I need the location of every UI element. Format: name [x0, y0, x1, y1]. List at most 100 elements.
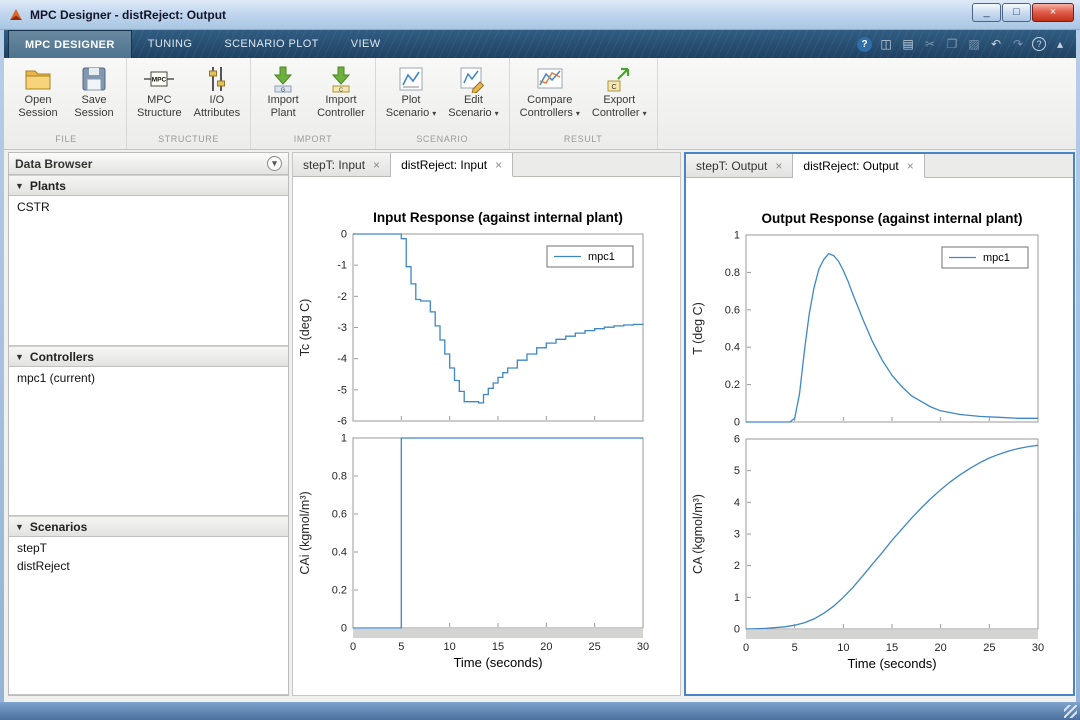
plants-section-header[interactable]: ▼ Plants — [9, 175, 288, 196]
svg-text:0: 0 — [743, 642, 749, 654]
data-browser-panel: Data Browser ▾ ▼ Plants CSTR ▼ Controlle… — [8, 152, 289, 696]
dropdown-arrow-icon: ▾ — [494, 108, 499, 118]
svg-text:0: 0 — [341, 623, 347, 635]
ribbon-tab-mpc-designer[interactable]: MPC DESIGNER — [8, 30, 132, 58]
ribbon-toolbar: Open Session Save Session FILE MPC MPC S… — [4, 58, 1076, 150]
app-body: MPC DESIGNER TUNING SCENARIO PLOT VIEW ?… — [4, 30, 1076, 702]
data-browser-title: Data Browser — [15, 156, 93, 171]
svg-text:0.6: 0.6 — [725, 304, 740, 316]
ribbon-group-import: G Import Plant C Import Controller IMPOR… — [251, 58, 376, 149]
svg-text:3: 3 — [734, 529, 740, 541]
export-controller-button[interactable]: C Export Controller ▾ — [587, 61, 652, 134]
panel-menu-icon[interactable]: ▾ — [267, 156, 282, 171]
controllers-section-header[interactable]: ▼ Controllers — [9, 346, 288, 367]
ribbon-section-label: STRUCTURE — [158, 134, 219, 144]
import-plant-button[interactable]: G Import Plant — [256, 61, 310, 134]
plot-scenario-button[interactable]: Plot Scenario ▾ — [381, 61, 441, 134]
svg-text:1: 1 — [734, 592, 740, 604]
output-response-chart: Output Response (against internal plant)… — [691, 211, 1044, 671]
close-icon[interactable]: × — [907, 159, 914, 173]
ribbon-section-label: RESULT — [563, 134, 603, 144]
svg-text:mpc1: mpc1 — [588, 251, 615, 263]
svg-text:5: 5 — [398, 641, 404, 653]
ribbon-section-label: FILE — [55, 134, 77, 144]
controllers-list: mpc1 (current) — [9, 367, 288, 516]
floppy-icon — [79, 63, 109, 93]
svg-text:MPC: MPC — [152, 77, 167, 84]
paste-icon[interactable]: ▨ — [966, 37, 982, 51]
plot-scenario-icon — [396, 63, 426, 93]
ribbon-tab-view[interactable]: VIEW — [335, 30, 397, 58]
tab-distReject-input[interactable]: distReject: Input × — [391, 153, 514, 177]
open-session-button[interactable]: Open Session — [11, 61, 65, 134]
svg-text:0: 0 — [341, 229, 347, 241]
svg-text:0.2: 0.2 — [725, 379, 740, 391]
list-item-stepT[interactable]: stepT — [9, 539, 288, 557]
help-badge-icon[interactable]: ? — [857, 36, 872, 52]
svg-text:1: 1 — [734, 230, 740, 242]
ribbon-group-file: Open Session Save Session FILE — [6, 58, 127, 149]
close-icon[interactable]: × — [373, 158, 380, 172]
help-icon[interactable]: ? — [1032, 37, 1046, 51]
import-controller-button[interactable]: C Import Controller — [312, 61, 370, 134]
quick-access-toolbar: ? ◫ ▤ ✂ ❐ ▨ ↶ ↷ ? ▴ — [857, 30, 1076, 58]
title-bar[interactable]: MPC Designer - distReject: Output _ □ × — [0, 0, 1080, 30]
main-content: Data Browser ▾ ▼ Plants CSTR ▼ Controlle… — [4, 150, 1076, 702]
close-icon[interactable]: × — [495, 158, 502, 172]
input-response-chart: Input Response (against internal plant) 0… — [298, 210, 649, 670]
dropdown-arrow-icon: ▾ — [432, 108, 437, 118]
scenarios-section-header[interactable]: ▼ Scenarios — [9, 516, 288, 537]
import-plant-icon: G — [268, 63, 298, 93]
svg-text:G: G — [281, 87, 285, 93]
io-attributes-button[interactable]: I/O Attributes — [189, 61, 245, 134]
folder-icon — [23, 63, 53, 93]
undo-icon[interactable]: ↶ — [988, 37, 1004, 51]
mpc-structure-button[interactable]: MPC MPC Structure — [132, 61, 187, 134]
svg-text:5: 5 — [792, 642, 798, 654]
svg-text:10: 10 — [444, 641, 456, 653]
list-item-cstr[interactable]: CSTR — [9, 198, 288, 216]
collapse-triangle-icon: ▼ — [15, 180, 24, 191]
svg-text:CAi (kgmol/m³): CAi (kgmol/m³) — [298, 491, 312, 574]
list-item-mpc1[interactable]: mpc1 (current) — [9, 369, 288, 387]
svg-text:-1: -1 — [337, 260, 347, 272]
input-response-figure: Input Response (against internal plant) 0… — [293, 177, 680, 695]
redo-icon[interactable]: ↷ — [1010, 37, 1026, 51]
resize-grip[interactable] — [1064, 705, 1077, 718]
svg-text:5: 5 — [734, 465, 740, 477]
ribbon-group-structure: MPC MPC Structure I/O Attributes STRUCTU… — [127, 58, 252, 149]
svg-text:0.8: 0.8 — [725, 267, 740, 279]
input-tab-bar: stepT: Input × distReject: Input × — [293, 153, 680, 177]
close-button[interactable]: × — [1032, 3, 1074, 22]
collapse-triangle-icon: ▼ — [15, 521, 24, 532]
svg-text:30: 30 — [637, 641, 649, 653]
svg-text:2: 2 — [734, 560, 740, 572]
svg-text:CA (kgmol/m³): CA (kgmol/m³) — [691, 494, 705, 574]
svg-text:T (deg C): T (deg C) — [691, 302, 705, 355]
ribbon-section-label: IMPORT — [293, 134, 333, 144]
ribbon-tab-tuning[interactable]: TUNING — [132, 30, 209, 58]
maximize-button[interactable]: □ — [1002, 3, 1031, 22]
minimize-button[interactable]: _ — [972, 3, 1001, 22]
svg-text:Output Response (against inter: Output Response (against internal plant) — [761, 211, 1022, 226]
output-response-figure: Output Response (against internal plant)… — [686, 178, 1073, 694]
tab-stepT-output[interactable]: stepT: Output × — [686, 154, 794, 177]
tab-stepT-input[interactable]: stepT: Input × — [293, 153, 392, 176]
svg-text:Input Response (against intern: Input Response (against internal plant) — [373, 210, 623, 225]
tab-distReject-output[interactable]: distReject: Output × — [793, 154, 925, 178]
list-item-distReject[interactable]: distReject — [9, 557, 288, 575]
copy-icon[interactable]: ❐ — [944, 37, 960, 51]
compare-controllers-button[interactable]: Compare Controllers ▾ — [515, 61, 585, 134]
edit-scenario-button[interactable]: Edit Scenario ▾ — [443, 61, 503, 134]
save-session-button[interactable]: Save Session — [67, 61, 121, 134]
close-icon[interactable]: × — [775, 159, 782, 173]
svg-text:10: 10 — [837, 642, 849, 654]
svg-text:Time (seconds): Time (seconds) — [847, 656, 936, 671]
mpc-structure-icon: MPC — [144, 63, 175, 93]
save-icon[interactable]: ▤ — [900, 37, 916, 51]
ribbon-tab-scenario-plot[interactable]: SCENARIO PLOT — [208, 30, 334, 58]
cut-icon[interactable]: ✂ — [922, 37, 938, 51]
snapshot-icon[interactable]: ◫ — [878, 37, 894, 51]
dropdown-arrow-icon: ▾ — [575, 108, 580, 118]
collapse-ribbon-icon[interactable]: ▴ — [1052, 37, 1068, 51]
